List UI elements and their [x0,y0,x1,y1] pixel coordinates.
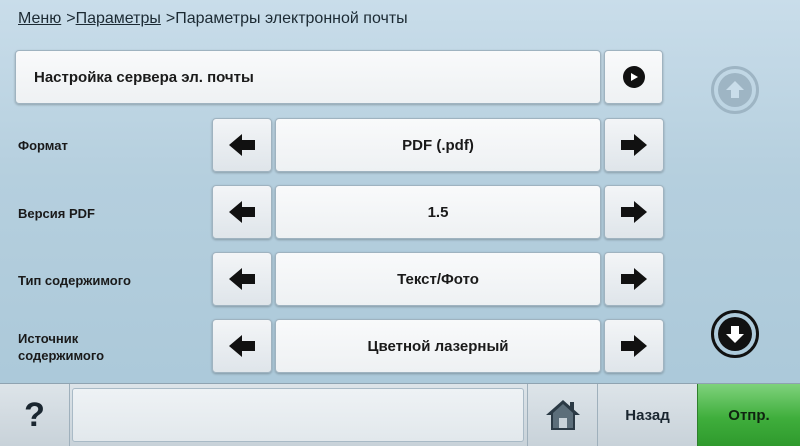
breadcrumb-params-link[interactable]: Параметры [76,10,161,28]
format-next-button[interactable] [604,118,664,172]
arrow-right-icon [621,134,647,156]
arrow-left-icon [229,134,255,156]
home-icon [545,400,580,430]
email-server-settings-button[interactable]: Настройка сервера эл. почты [15,50,601,104]
help-button[interactable]: ? [0,384,70,446]
back-button-label: Назад [625,406,670,424]
content-type-prev-button[interactable] [212,252,272,306]
scroll-up-button[interactable] [711,66,759,114]
content-source-value-text: Цветной лазерный [367,337,509,355]
pdf-version-value: 1.5 [275,185,601,239]
breadcrumb-separator: > [165,10,176,27]
format-label: Формат [18,138,68,153]
arrow-down-circle-icon [718,317,752,351]
content-type-value: Текст/Фото [275,252,601,306]
arrow-left-icon [229,335,255,357]
email-server-settings-label: Настройка сервера эл. почты [34,68,254,86]
content-source-label-line1: Источник [18,331,79,346]
arrow-right-icon [621,201,647,223]
email-settings-screen: Меню > Параметры > Параметры электронной… [0,0,800,446]
content-type-next-button[interactable] [604,252,664,306]
arrow-up-circle-icon [718,73,752,107]
arrow-right-icon [621,335,647,357]
email-server-settings-go-button[interactable] [604,50,663,104]
breadcrumb-separator: > [66,10,76,27]
back-button[interactable]: Назад [597,384,697,446]
content-source-prev-button[interactable] [212,319,272,373]
content-type-label: Тип содержимого [18,273,131,288]
content-source-label: Источник содержимого [18,330,104,364]
status-message-area [72,388,524,442]
pdf-version-prev-button[interactable] [212,185,272,239]
send-button[interactable]: Отпр. [697,384,800,446]
breadcrumb: Меню > Параметры > Параметры электронной… [18,8,408,30]
breadcrumb-menu-link[interactable]: Меню [18,10,61,28]
arrow-left-icon [229,268,255,290]
arrow-right-circle-icon [622,66,645,88]
scroll-down-button[interactable] [711,310,759,358]
format-prev-button[interactable] [212,118,272,172]
help-icon: ? [24,395,45,434]
content-source-next-button[interactable] [604,319,664,373]
pdf-version-value-text: 1.5 [427,203,449,221]
pdf-version-next-button[interactable] [604,185,664,239]
home-button[interactable] [527,384,597,446]
format-value-text: PDF (.pdf) [402,136,474,154]
bottom-toolbar: ? Назад Отпр. [0,383,800,446]
content-source-value: Цветной лазерный [275,319,601,373]
arrow-right-icon [621,268,647,290]
send-button-label: Отпр. [728,406,770,424]
pdf-version-label: Версия PDF [18,206,95,221]
content-source-label-line2: содержимого [18,348,105,363]
content-type-value-text: Текст/Фото [397,270,479,288]
breadcrumb-current: Параметры электронной почты [175,10,408,27]
format-value: PDF (.pdf) [275,118,601,172]
arrow-left-icon [229,201,255,223]
